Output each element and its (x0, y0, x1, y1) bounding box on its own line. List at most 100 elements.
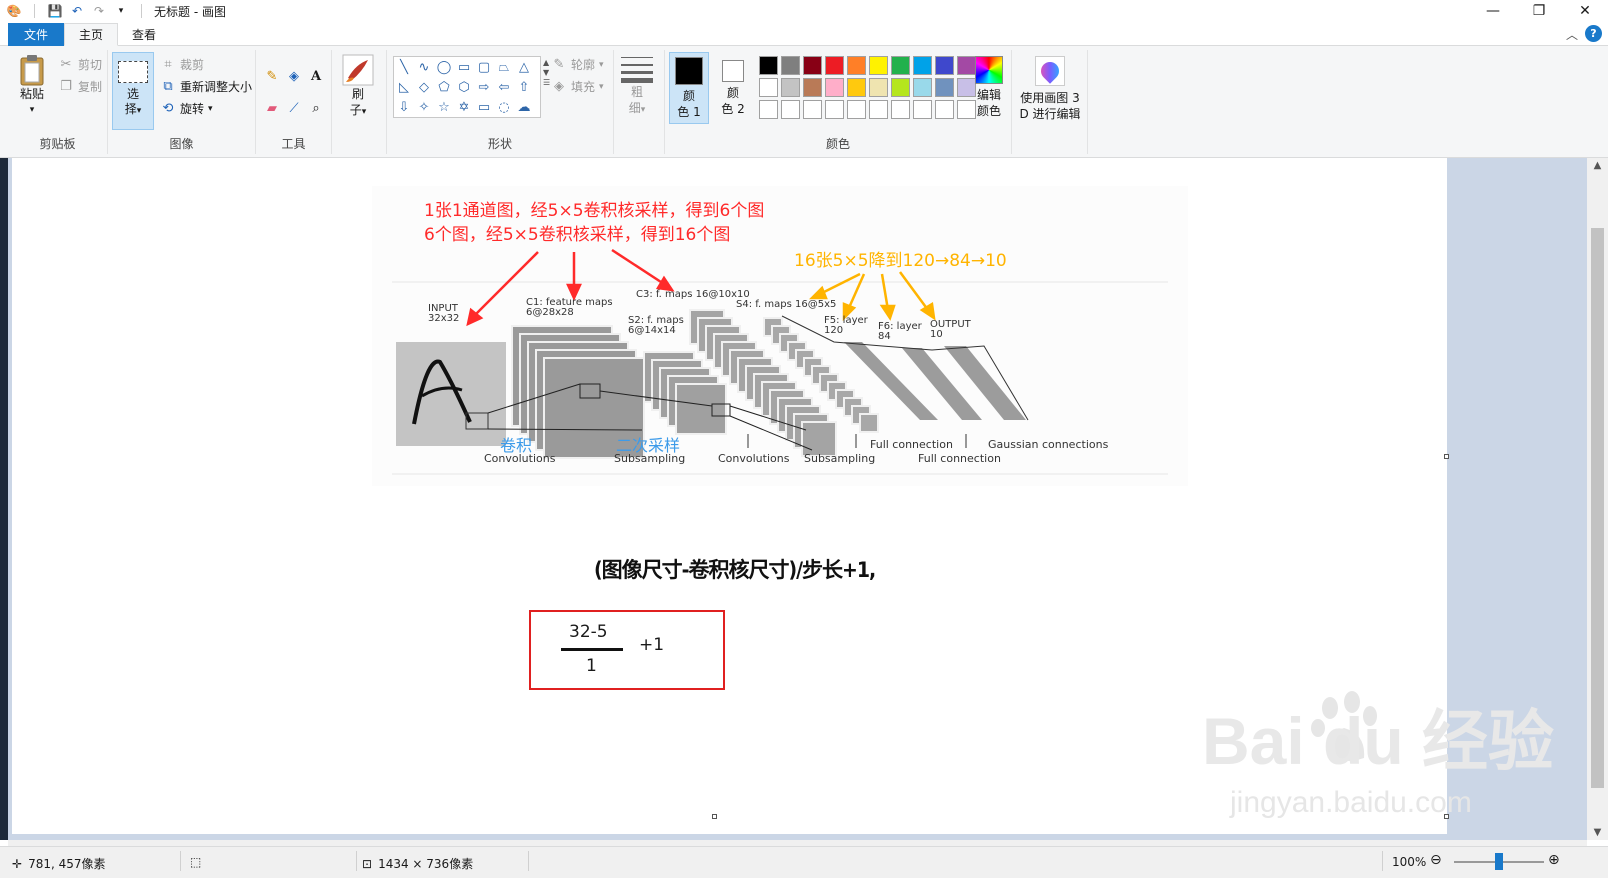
palette-color-swatch[interactable] (869, 78, 888, 97)
five-point-star-shape-icon[interactable]: ☆ (434, 97, 454, 117)
palette-color-swatch[interactable] (847, 56, 866, 75)
maximize-button[interactable]: ❐ (1516, 0, 1562, 22)
palette-color-swatch[interactable] (913, 56, 932, 75)
magnifier-icon[interactable]: ⌕ (308, 100, 324, 116)
minimize-button[interactable]: — (1470, 0, 1516, 22)
collapse-ribbon-icon[interactable]: ︿ (1566, 26, 1578, 43)
edit-colors-button[interactable]: 编辑 颜色 (969, 54, 1009, 119)
color1-button[interactable]: 颜 色 1 (669, 52, 709, 124)
rectangle-shape-icon[interactable]: ▭ (454, 57, 474, 77)
palette-color-swatch[interactable] (759, 56, 778, 75)
resize-button[interactable]: ⧉ 重新调整大小 (160, 78, 252, 95)
customize-quick-access-icon[interactable]: ▾ (113, 3, 129, 19)
eraser-icon[interactable]: ▰ (264, 100, 280, 116)
oval-shape-icon[interactable]: ◯ (434, 57, 454, 77)
text-icon[interactable]: A (308, 68, 324, 84)
cut-button[interactable]: ✂ 剪切 (58, 56, 102, 73)
hexagon-shape-icon[interactable]: ⬡ (454, 77, 474, 97)
scrollbar-thumb[interactable] (1591, 228, 1604, 788)
down-arrow-shape-icon[interactable]: ⇩ (394, 97, 414, 117)
resize-handle-corner[interactable] (1444, 814, 1449, 819)
palette-color-swatch[interactable] (891, 100, 910, 119)
paint-app-icon[interactable]: 🎨 (6, 3, 22, 19)
palette-color-swatch[interactable] (803, 100, 822, 119)
zoom-out-icon[interactable]: ⊖ (1430, 852, 1442, 868)
six-point-star-shape-icon[interactable]: ✡ (454, 97, 474, 117)
palette-color-swatch[interactable] (759, 100, 778, 119)
right-triangle-shape-icon[interactable]: ◺ (394, 77, 414, 97)
palette-color-swatch[interactable] (759, 78, 778, 97)
copy-button[interactable]: ❐ 复制 (58, 78, 102, 95)
pentagon-shape-icon[interactable]: ⬠ (434, 77, 454, 97)
up-arrow-shape-icon[interactable]: ⇧ (514, 77, 534, 97)
palette-color-swatch[interactable] (781, 56, 800, 75)
left-arrow-shape-icon[interactable]: ⇦ (494, 77, 514, 97)
curve-shape-icon[interactable]: ∿ (414, 57, 434, 77)
color2-button[interactable]: 颜 色 2 (713, 52, 753, 124)
size-button[interactable]: 粗 细▾ (620, 54, 654, 118)
triangle-shape-icon[interactable]: △ (514, 57, 534, 77)
palette-color-swatch[interactable] (825, 56, 844, 75)
four-point-star-shape-icon[interactable]: ✧ (414, 97, 434, 117)
oval-callout-shape-icon[interactable]: ◌ (494, 97, 514, 117)
brushes-button[interactable]: 刷 子▾ (338, 54, 378, 120)
color-picker-icon[interactable]: ⟋ (286, 100, 302, 116)
cloud-callout-shape-icon[interactable]: ☁ (514, 97, 534, 117)
zoom-in-icon[interactable]: ⊕ (1548, 852, 1560, 868)
help-icon[interactable]: ? (1585, 25, 1602, 42)
palette-color-swatch[interactable] (847, 78, 866, 97)
palette-color-swatch[interactable] (935, 100, 954, 119)
edit-with-paint3d-button[interactable]: 使用画图 3 D 进行编辑 (1016, 54, 1084, 122)
paint3d-group: 使用画图 3 D 进行编辑 (1012, 50, 1088, 154)
fill-bucket-icon[interactable]: ◈ (286, 68, 302, 84)
palette-color-swatch[interactable] (891, 56, 910, 75)
copy-label: 复制 (78, 80, 103, 94)
palette-color-swatch[interactable] (891, 78, 910, 97)
redo-icon[interactable]: ↷ (91, 3, 107, 19)
tab-view[interactable]: 查看 (118, 23, 170, 46)
resize-handle-right[interactable] (1444, 454, 1449, 459)
palette-color-swatch[interactable] (781, 100, 800, 119)
crop-button[interactable]: ⌗ 裁剪 (160, 56, 204, 73)
palette-color-swatch[interactable] (803, 56, 822, 75)
polygon-shape-icon[interactable]: ⏢ (494, 57, 514, 77)
rect-callout-shape-icon[interactable]: ▭ (474, 97, 494, 117)
paste-button[interactable]: 粘贴 ▾ (14, 54, 50, 118)
save-icon[interactable]: 💾 (47, 3, 63, 19)
s2-label: S2: f. maps 6@14x14 (628, 315, 684, 336)
close-button[interactable]: ✕ (1562, 0, 1608, 22)
palette-color-swatch[interactable] (935, 56, 954, 75)
scroll-up-icon[interactable]: ▲ (1587, 160, 1608, 171)
palette-color-swatch[interactable] (847, 100, 866, 119)
vertical-scrollbar[interactable]: ▲ ▼ (1587, 158, 1608, 840)
palette-color-swatch[interactable] (869, 56, 888, 75)
annotation-line-1: 1张1通道图，经5×5卷积核采样，得到6个图 (424, 201, 765, 221)
palette-color-swatch[interactable] (803, 78, 822, 97)
drawing-canvas[interactable]: 1张1通道图，经5×5卷积核采样，得到6个图 6个图，经5×5卷积核采样，得到1… (12, 158, 1554, 834)
shapes-scroll-icon[interactable]: ▲ ▼ ☰ (543, 58, 550, 88)
tab-home[interactable]: 主页 (64, 23, 118, 46)
pencil-icon[interactable]: ✎ (264, 68, 280, 84)
diamond-shape-icon[interactable]: ◇ (414, 77, 434, 97)
palette-color-swatch[interactable] (825, 78, 844, 97)
palette-color-swatch[interactable] (913, 100, 932, 119)
palette-color-swatch[interactable] (869, 100, 888, 119)
rounded-rectangle-shape-icon[interactable]: ▢ (474, 57, 494, 77)
rotate-button[interactable]: ⟲ 旋转 ▾ (160, 100, 213, 117)
undo-icon[interactable]: ↶ (69, 3, 85, 19)
separator (141, 4, 142, 18)
palette-color-swatch[interactable] (913, 78, 932, 97)
palette-color-swatch[interactable] (781, 78, 800, 97)
line-shape-icon[interactable]: ╲ (394, 57, 414, 77)
image-size: ⊡ 1434 × 736像素 (362, 855, 473, 872)
tab-file[interactable]: 文件 (8, 23, 64, 46)
palette-color-swatch[interactable] (825, 100, 844, 119)
palette-color-swatch[interactable] (935, 78, 954, 97)
resize-handle-bottom[interactable] (712, 814, 717, 819)
fill-button[interactable]: ◈ 填充 ▾ (551, 78, 604, 95)
right-arrow-shape-icon[interactable]: ⇨ (474, 77, 494, 97)
select-button[interactable]: 选 择▾ (112, 52, 154, 130)
outline-button[interactable]: ✎ 轮廓 ▾ (551, 56, 604, 73)
zoom-slider-thumb[interactable] (1495, 853, 1503, 870)
scroll-down-icon[interactable]: ▼ (1587, 827, 1608, 838)
